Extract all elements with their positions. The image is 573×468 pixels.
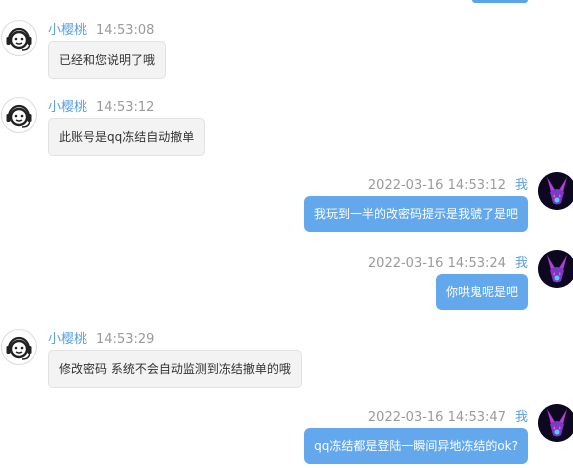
message-bubble: 修改密码 系统不会自动监测到冻结撤单的哦 — [48, 350, 302, 388]
sender-name: 我 — [514, 178, 528, 193]
message-bubble: 我玩到一半的改密码提示是我號了是吧 — [303, 196, 528, 232]
user-avatar-image[interactable] — [538, 404, 573, 442]
message-timestamp: 14:53:12 — [96, 100, 155, 115]
message-bubble: 已经和您说明了哦 — [48, 41, 167, 79]
customer-service-headset-icon — [1, 20, 37, 56]
message-timestamp: 14:53:29 — [96, 332, 155, 347]
message-timestamp: 2022-03-16 14:53:12 — [367, 178, 506, 193]
message-timestamp: 2022-03-16 14:53:47 — [367, 410, 506, 425]
message-bubble: qq冻结都是登陆一瞬间异地冻结的ok? — [304, 428, 528, 464]
user-avatar-image[interactable] — [538, 250, 573, 288]
message-timestamp: 2022-03-16 14:53:24 — [367, 256, 506, 271]
customer-service-headset-icon — [1, 97, 37, 133]
user-avatar-image[interactable] — [538, 172, 573, 210]
previous-message-bubble-edge — [472, 0, 528, 3]
sender-name: 我 — [514, 410, 528, 425]
message-bubble: 此账号是qq冻结自动撤单 — [48, 118, 206, 156]
sender-name: 小樱桃 — [48, 332, 88, 347]
message-timestamp: 14:53:08 — [96, 23, 155, 38]
sender-name: 我 — [514, 256, 528, 271]
customer-service-headset-icon — [1, 329, 37, 365]
sender-name: 小樱桃 — [48, 100, 88, 115]
sender-name: 小樱桃 — [48, 23, 88, 38]
message-bubble: 你哄鬼呢是吧 — [435, 274, 528, 310]
